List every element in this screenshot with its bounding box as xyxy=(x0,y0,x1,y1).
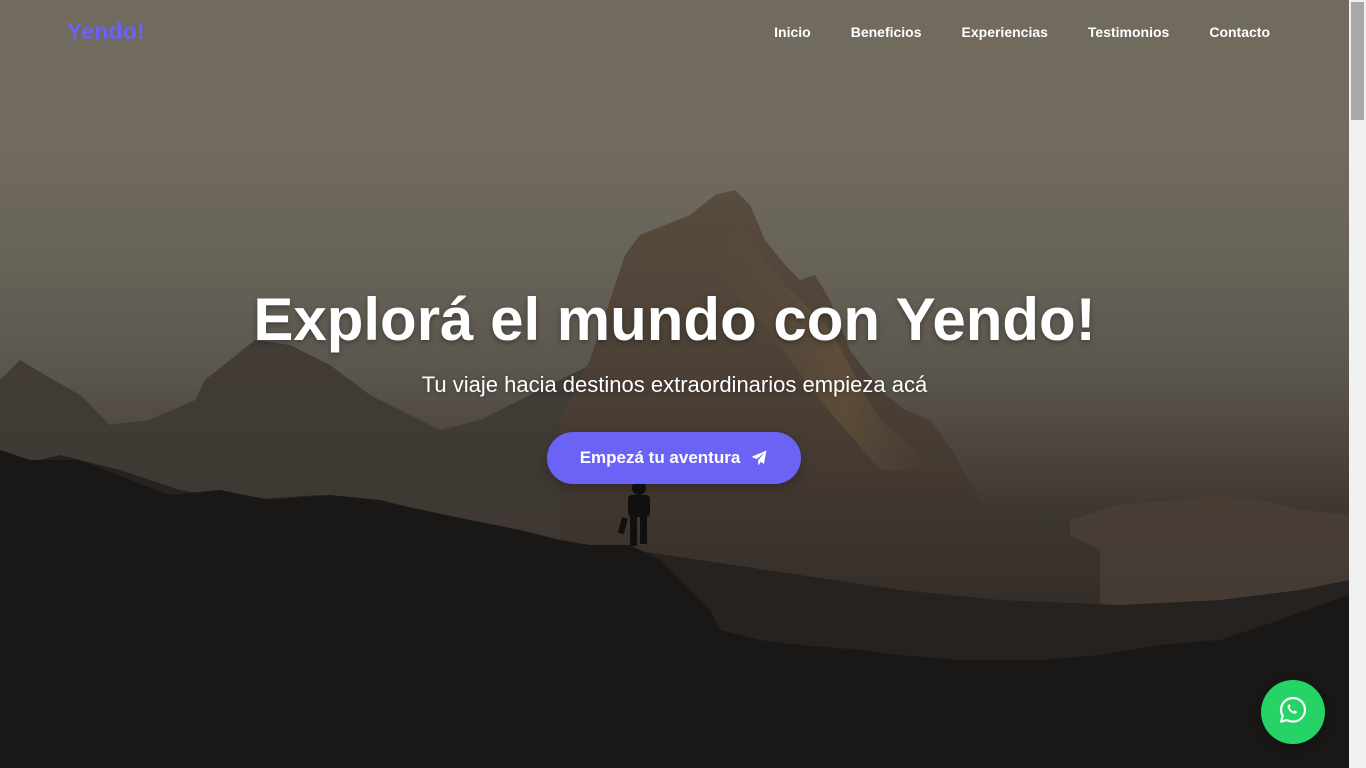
hero-title: Explorá el mundo con Yendo! xyxy=(253,286,1096,353)
scrollbar-thumb[interactable] xyxy=(1351,2,1364,120)
whatsapp-chat-button[interactable] xyxy=(1261,680,1325,744)
start-adventure-button[interactable]: Empezá tu aventura xyxy=(547,432,801,484)
whatsapp-icon xyxy=(1277,694,1309,731)
hero-subtitle: Tu viaje hacia destinos extraordinarios … xyxy=(421,372,928,397)
hero-section: Explorá el mundo con Yendo! Tu viaje hac… xyxy=(0,0,1349,768)
cta-label: Empezá tu aventura xyxy=(579,448,741,467)
landing-page: Yendo! Inicio Beneficios Experiencias Te… xyxy=(0,0,1366,768)
paper-plane-icon xyxy=(750,449,768,467)
page-scrollbar[interactable] xyxy=(1349,0,1366,768)
